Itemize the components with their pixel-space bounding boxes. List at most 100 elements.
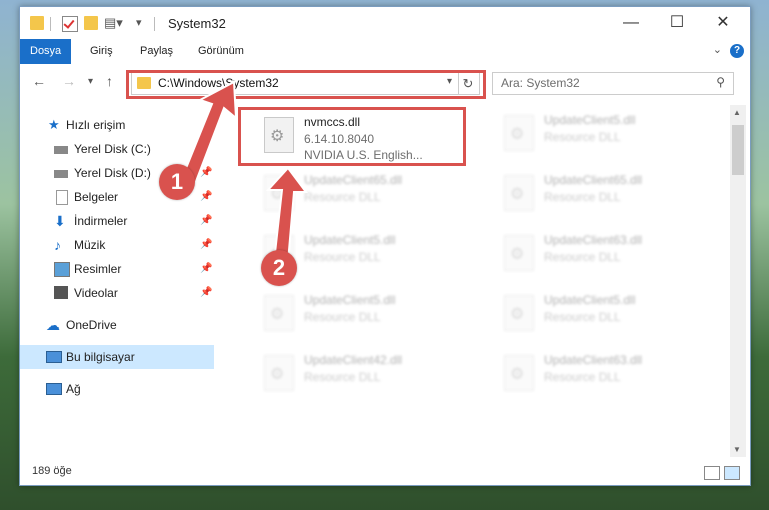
file-item[interactable]: UpdateClient65.dll Resource DLL <box>496 169 726 225</box>
dll-file-icon <box>504 295 534 331</box>
step-1-callout: 1 <box>159 164 195 200</box>
sidebar-item-network[interactable]: Ağ <box>20 377 214 401</box>
scrollbar-thumb[interactable] <box>732 125 744 175</box>
help-icon[interactable]: ? <box>730 44 744 58</box>
computer-icon <box>46 351 62 363</box>
sidebar-item-label: Müzik <box>74 238 106 252</box>
dll-file-icon <box>264 355 294 391</box>
large-icons-view-icon[interactable] <box>724 466 740 480</box>
recent-locations-icon[interactable]: ▾ <box>88 76 93 87</box>
quick-access-toolbar-icon[interactable]: ▤▾ <box>104 15 123 31</box>
tab-share[interactable]: Paylaş <box>130 39 183 64</box>
file-name: UpdateClient63.dll <box>544 233 643 247</box>
file-item[interactable]: UpdateClient5.dll Resource DLL <box>496 109 726 165</box>
pin-icon[interactable]: 📌 <box>200 209 212 233</box>
file-item[interactable]: UpdateClient63.dll Resource DLL <box>496 229 726 285</box>
sidebar-item-onedrive[interactable]: ☁ OneDrive <box>20 313 214 337</box>
separator <box>154 17 155 31</box>
properties-icon[interactable] <box>62 16 78 32</box>
sidebar-item-label: Ağ <box>66 382 81 396</box>
file-item[interactable]: UpdateClient65.dll Resource DLL <box>256 169 486 225</box>
file-type: Resource DLL <box>304 310 381 324</box>
file-highlight-box <box>238 107 466 166</box>
sidebar-item-label: OneDrive <box>66 318 117 332</box>
sidebar-item-downloads[interactable]: ⬇ İndirmeler 📌 <box>20 209 214 233</box>
separator <box>50 17 51 31</box>
item-count: 189 öğe <box>32 465 72 477</box>
sidebar-item-label: Yerel Disk (C:) <box>74 142 151 156</box>
navigation-pane: ★ Hızlı erişim Yerel Disk (C:) Yerel Dis… <box>20 105 214 457</box>
sidebar-item-label: Bu bilgisayar <box>66 350 135 364</box>
sidebar-item-this-pc[interactable]: Bu bilgisayar <box>20 345 214 369</box>
dll-file-icon <box>504 115 534 151</box>
vertical-scrollbar[interactable]: ▲ ▼ <box>730 105 746 457</box>
sidebar-item-label: Yerel Disk (D:) <box>74 166 151 180</box>
chevron-down-icon[interactable]: ▾ <box>136 16 142 29</box>
pin-icon[interactable]: 📌 <box>200 161 212 185</box>
file-name: UpdateClient5.dll <box>304 233 396 247</box>
star-icon: ★ <box>48 117 60 132</box>
file-item[interactable]: UpdateClient42.dll Resource DLL <box>256 349 486 405</box>
sidebar-item-label: Hızlı erişim <box>66 118 126 132</box>
sidebar-item-local-disk-c[interactable]: Yerel Disk (C:) <box>20 137 214 161</box>
title-bar: ▤▾ ▾ System32 — ☐ ✕ <box>20 7 750 39</box>
sidebar-item-quick-access[interactable]: ★ Hızlı erişim <box>20 113 214 137</box>
file-name: UpdateClient5.dll <box>544 293 636 307</box>
network-icon <box>46 383 62 395</box>
back-arrow-icon[interactable]: ← <box>32 73 46 89</box>
file-type: Resource DLL <box>304 190 381 204</box>
pictures-icon <box>54 262 70 277</box>
file-type: Resource DLL <box>544 310 621 324</box>
file-name: UpdateClient5.dll <box>304 293 396 307</box>
file-name: UpdateClient65.dll <box>304 173 403 187</box>
dll-file-icon <box>504 235 534 271</box>
sidebar-item-music[interactable]: ♪ Müzik 📌 <box>20 233 214 257</box>
ribbon-tabs: Dosya Giriş Paylaş Görünüm ⌄ ? <box>20 39 750 64</box>
pin-icon[interactable]: 📌 <box>200 185 212 209</box>
status-bar: 189 öğe <box>20 461 750 485</box>
tab-view[interactable]: Görünüm <box>188 39 254 64</box>
file-type: Resource DLL <box>544 130 621 144</box>
sidebar-item-pictures[interactable]: Resimler 📌 <box>20 257 214 281</box>
up-arrow-icon[interactable]: ↑ <box>106 73 113 89</box>
maximize-button[interactable]: ☐ <box>654 7 700 39</box>
sidebar-item-label: İndirmeler <box>74 214 128 228</box>
address-highlight-box <box>126 70 486 99</box>
dll-file-icon <box>504 355 534 391</box>
new-folder-icon[interactable] <box>84 16 98 30</box>
file-item[interactable]: UpdateClient63.dll Resource DLL <box>496 349 726 405</box>
file-name: UpdateClient42.dll <box>304 353 403 367</box>
file-type: Resource DLL <box>544 190 621 204</box>
sidebar-item-label: Videolar <box>74 286 118 300</box>
search-icon: ⚲ <box>716 75 725 89</box>
pin-icon[interactable]: 📌 <box>200 233 212 257</box>
scroll-down-icon[interactable]: ▼ <box>733 445 741 454</box>
file-type: Resource DLL <box>304 250 381 264</box>
file-item[interactable]: UpdateClient5.dll Resource DLL <box>256 289 486 345</box>
videos-icon <box>54 286 68 299</box>
step-2-callout: 2 <box>261 250 297 286</box>
pin-icon[interactable]: 📌 <box>200 281 212 305</box>
close-button[interactable]: ✕ <box>700 7 746 39</box>
search-input[interactable]: Ara: System32 ⚲ <box>492 72 734 95</box>
expand-ribbon-icon[interactable]: ⌄ <box>713 43 722 56</box>
folder-icon <box>30 16 44 30</box>
tab-home[interactable]: Giriş <box>80 39 123 64</box>
forward-arrow-icon[interactable]: → <box>62 73 76 89</box>
scroll-up-icon[interactable]: ▲ <box>733 108 741 117</box>
pin-icon[interactable]: 📌 <box>200 257 212 281</box>
sidebar-item-videos[interactable]: Videolar 📌 <box>20 281 214 305</box>
minimize-button[interactable]: — <box>608 7 654 39</box>
file-name: UpdateClient65.dll <box>544 173 643 187</box>
drive-icon <box>54 170 68 178</box>
download-icon: ⬇ <box>54 213 66 229</box>
file-type: Resource DLL <box>544 370 621 384</box>
drive-icon <box>54 146 68 154</box>
tab-file[interactable]: Dosya <box>20 39 72 64</box>
file-explorer-window: ▤▾ ▾ System32 — ☐ ✕ Dosya Giriş Paylaş G… <box>19 6 751 486</box>
details-view-icon[interactable] <box>704 466 720 480</box>
file-item[interactable]: UpdateClient5.dll Resource DLL <box>496 289 726 345</box>
file-type: Resource DLL <box>304 370 381 384</box>
sidebar-item-label: Resimler <box>74 262 122 276</box>
dll-file-icon <box>264 295 294 331</box>
